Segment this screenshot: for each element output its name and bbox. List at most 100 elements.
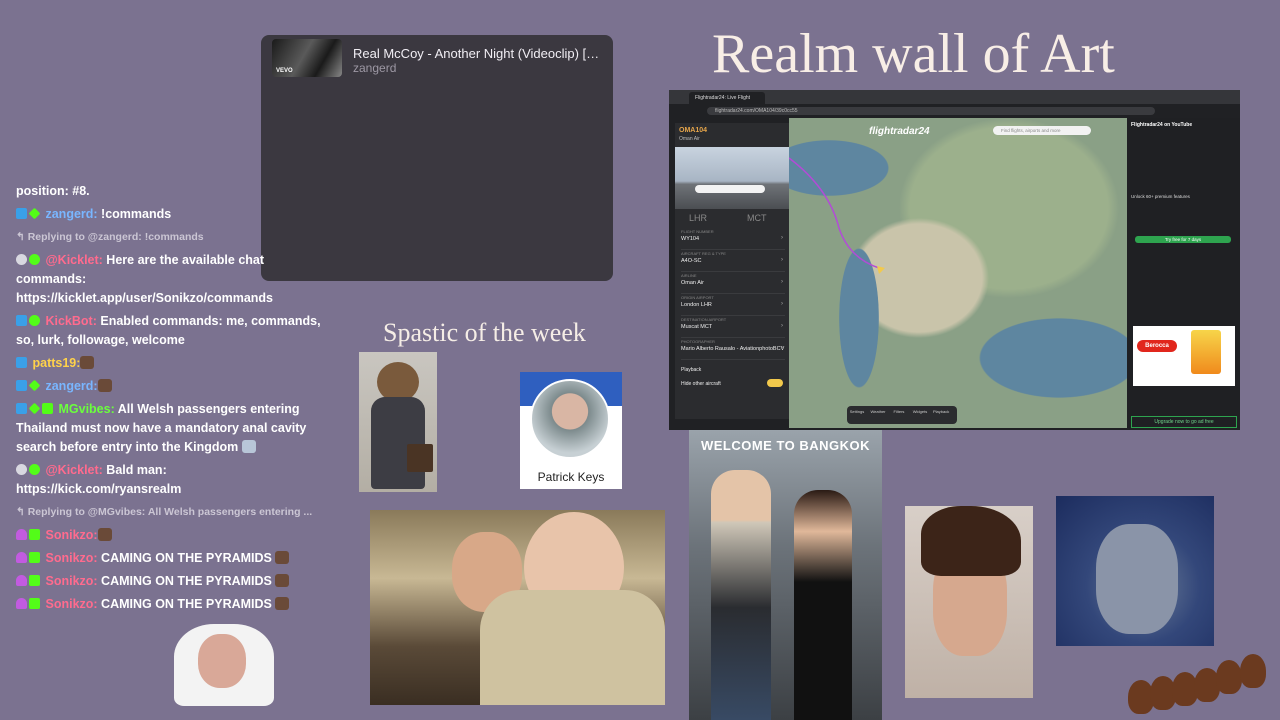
browser-tab[interactable]: Flightradar24: Live Flight Tracker bbox=[689, 92, 765, 113]
song-requester: zangerd bbox=[353, 61, 397, 75]
chevron-right-icon: › bbox=[781, 257, 783, 263]
profile-name: Patrick Keys bbox=[537, 470, 605, 484]
squirrel-icon bbox=[1216, 660, 1242, 694]
badge-icon bbox=[28, 379, 41, 392]
chat-message: @Kicklet: Here are the available chat co… bbox=[16, 251, 331, 308]
chevron-right-icon: › bbox=[781, 301, 783, 307]
filters-button[interactable]: Filters bbox=[891, 409, 907, 414]
row-key: AIRLINE bbox=[681, 273, 697, 278]
ad-product-image[interactable]: Berocca bbox=[1133, 326, 1235, 386]
info-row[interactable]: FLIGHT NUMBER WY104 › bbox=[681, 229, 785, 250]
shirt bbox=[480, 590, 665, 705]
chat-username: Sonikzo: bbox=[45, 597, 98, 611]
product-tube bbox=[1191, 330, 1221, 374]
briefcase bbox=[407, 444, 433, 472]
info-row[interactable]: PHOTOGRAPHER Mario Alberto Rausalo - Avia… bbox=[681, 339, 785, 360]
bangkok-sign: WELCOME TO BANGKOK bbox=[700, 438, 871, 453]
emote-icon bbox=[275, 574, 290, 587]
face bbox=[198, 634, 246, 688]
chat-message: Sonikzo: CAMING ON THE PYRAMIDS bbox=[16, 572, 331, 591]
emote-icon bbox=[97, 528, 112, 541]
vevo-badge: VEVO bbox=[276, 68, 293, 74]
row-value: Muscat MCT bbox=[681, 324, 713, 330]
otter-head bbox=[377, 362, 419, 402]
row-key: DESTINATION AIRPORT bbox=[681, 317, 727, 322]
info-row[interactable]: AIRCRAFT REG & TYPE A4O-SC › bbox=[681, 251, 785, 272]
route-origin: LHR bbox=[689, 213, 708, 223]
flightradar-window: Flightradar24: Live Flight Tracker fligh… bbox=[669, 90, 1240, 430]
url-field[interactable]: flightradar24.com/OMA104/39c0cc55 bbox=[707, 107, 1155, 115]
song-title: Real McCoy - Another Night (Videoclip) [… bbox=[353, 46, 608, 61]
emote-icon bbox=[80, 356, 95, 369]
chat-message: Sonikzo: CAMING ON THE PYRAMIDS bbox=[16, 549, 331, 568]
flight-path bbox=[789, 157, 885, 274]
chevron-right-icon: › bbox=[781, 279, 783, 285]
emote-icon bbox=[97, 379, 112, 392]
squirrel-emotes bbox=[1126, 650, 1280, 720]
woman-figure bbox=[794, 490, 852, 720]
settings-button[interactable]: Settings bbox=[849, 409, 865, 414]
info-row[interactable]: DESTINATION AIRPORT Muscat MCT › bbox=[681, 317, 785, 338]
chat-text: CAMING ON THE PYRAMIDS bbox=[97, 597, 272, 611]
chat-reply-context: ↰ Replying to @zangerd: !commands bbox=[16, 231, 204, 243]
badge-icon bbox=[29, 254, 40, 265]
chat-overlay: position: #8. zangerd: !commands ↰ Reply… bbox=[16, 182, 331, 618]
chat-username: MGvibes: bbox=[58, 402, 115, 416]
chat-username: Sonikzo: bbox=[45, 528, 98, 542]
chat-username: patts19: bbox=[32, 356, 81, 370]
chat-username: Sonikzo: bbox=[45, 551, 98, 565]
badge-icon bbox=[29, 552, 40, 563]
cat-face-meme-image bbox=[168, 616, 280, 706]
otter-in-suit-image bbox=[359, 352, 437, 492]
row-value: Mario Alberto Rausalo - AviationphotoBCV bbox=[681, 346, 785, 352]
chat-username: @Kicklet: bbox=[45, 463, 103, 477]
chat-username: Sonikzo: bbox=[45, 574, 98, 588]
mic-icon bbox=[16, 575, 27, 586]
flight-map[interactable] bbox=[789, 118, 1127, 428]
bot-icon bbox=[16, 464, 27, 475]
flight-search-input[interactable]: Find flights, airports and more bbox=[993, 126, 1091, 135]
chat-message: MGvibes: All Welsh passengers entering T… bbox=[16, 400, 331, 457]
address-bar-row: flightradar24.com/OMA104/39c0cc55 bbox=[669, 104, 1240, 118]
emote-icon bbox=[275, 551, 290, 564]
chat-username: zangerd: bbox=[45, 379, 98, 393]
spastic-title: Spastic of the week bbox=[383, 318, 586, 347]
emote-icon bbox=[241, 440, 256, 453]
badge-icon bbox=[28, 402, 41, 415]
ad-header: Flightradar24 on YouTube bbox=[1131, 122, 1193, 128]
row-value: Oman Air bbox=[681, 280, 704, 286]
mic-icon bbox=[16, 529, 27, 540]
chat-message: zangerd: bbox=[16, 377, 331, 396]
flight-code: OMA104 bbox=[679, 127, 708, 134]
info-row[interactable]: ORIGIN AIRPORT London LHR › bbox=[681, 295, 785, 316]
man-figure bbox=[711, 470, 771, 720]
hide-aircraft-toggle[interactable] bbox=[767, 379, 783, 387]
playback-link[interactable]: Playback bbox=[681, 367, 701, 373]
badge-icon bbox=[16, 208, 27, 219]
badge-icon bbox=[28, 207, 41, 220]
badge-icon bbox=[16, 380, 27, 391]
chat-message: Sonikzo: bbox=[16, 526, 331, 545]
looking-up-meme-image bbox=[1056, 496, 1214, 646]
upgrade-button[interactable]: Upgrade now to go ad free bbox=[1131, 416, 1237, 428]
emote-icon bbox=[275, 597, 290, 610]
widgets-button[interactable]: Widgets bbox=[912, 409, 928, 414]
info-row[interactable]: AIRLINE Oman Air › bbox=[681, 273, 785, 294]
badge-icon bbox=[16, 315, 27, 326]
route-row: LHR MCT bbox=[675, 211, 789, 225]
chat-text: CAMING ON THE PYRAMIDS bbox=[97, 551, 272, 565]
chat-reply-context: ↰ Replying to @MGvibes: All Welsh passen… bbox=[16, 506, 313, 518]
trial-button[interactable]: Try free for 7 days bbox=[1135, 236, 1231, 243]
chevron-right-icon: › bbox=[781, 323, 783, 329]
flightradar-logo: flightradar24 bbox=[869, 126, 930, 137]
weather-button[interactable]: Weather bbox=[870, 409, 886, 414]
chevron-right-icon: › bbox=[781, 345, 783, 351]
chevron-right-icon: › bbox=[781, 235, 783, 241]
playback-button[interactable]: Playback bbox=[933, 409, 949, 414]
chat-message: Sonikzo: CAMING ON THE PYRAMIDS bbox=[16, 595, 331, 614]
hide-aircraft-label: Hide other aircraft bbox=[681, 381, 721, 387]
row-key: AIRCRAFT REG & TYPE bbox=[681, 251, 726, 256]
browser-tab-strip: Flightradar24: Live Flight Tracker bbox=[669, 90, 1240, 113]
row-value: A4O-SC bbox=[681, 258, 702, 264]
chat-message: zangerd: !commands bbox=[16, 205, 331, 224]
